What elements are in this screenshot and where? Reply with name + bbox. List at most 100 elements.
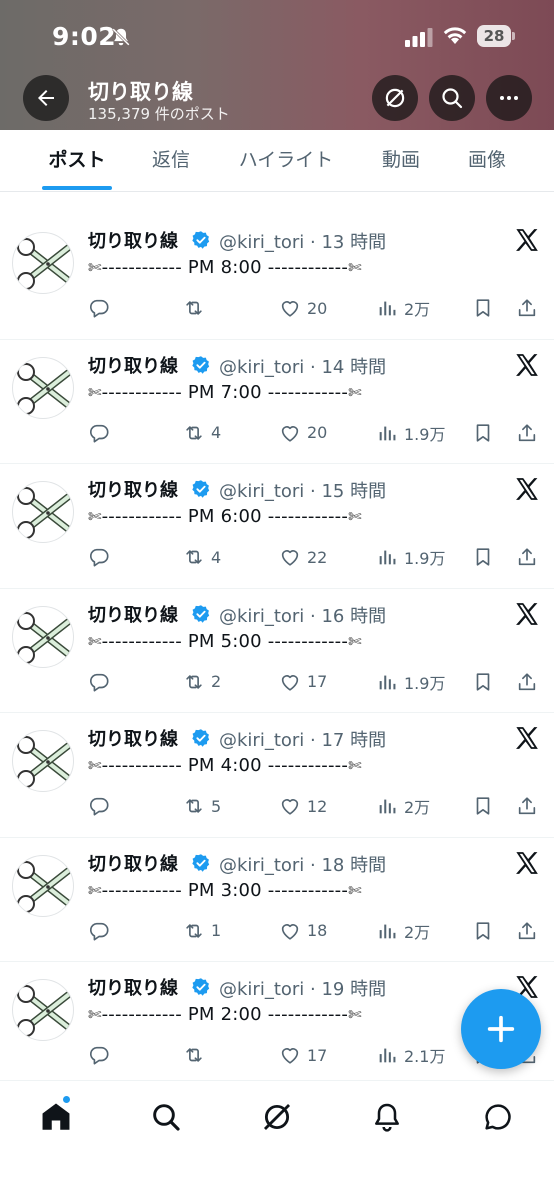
repost-button[interactable]: 4 — [183, 544, 221, 570]
nav-search[interactable] — [146, 1097, 186, 1137]
share-button[interactable] — [516, 669, 538, 695]
handle-and-time[interactable]: @kiri_tori · 14 時間 — [219, 353, 386, 379]
share-button[interactable] — [516, 544, 538, 570]
bookmark-icon — [476, 299, 490, 317]
views-button[interactable]: 1.9万 — [376, 420, 445, 446]
nav-home[interactable] — [36, 1097, 76, 1137]
share-icon — [518, 921, 536, 939]
handle-and-time[interactable]: @kiri_tori · 18 時間 — [219, 851, 386, 877]
avatar[interactable] — [12, 605, 74, 668]
bookmark-button[interactable] — [472, 918, 494, 944]
author-name[interactable]: 切り取り線 — [88, 601, 178, 627]
like-button[interactable]: 20 — [279, 420, 327, 446]
bookmark-button[interactable] — [472, 420, 494, 446]
avatar[interactable] — [12, 979, 74, 1041]
bottom-navigation — [0, 1080, 554, 1199]
nav-messages[interactable] — [478, 1097, 518, 1137]
views-button[interactable]: 2万 — [376, 793, 430, 819]
cellular-signal-icon — [405, 28, 433, 47]
like-button[interactable]: 20 — [279, 295, 327, 321]
share-button[interactable] — [516, 295, 538, 321]
avatar[interactable] — [12, 481, 74, 543]
bookmark-button[interactable] — [472, 793, 494, 819]
reply-button[interactable] — [88, 669, 110, 695]
repost-button[interactable]: 2 — [183, 669, 221, 695]
views-button[interactable]: 2.1万 — [376, 1042, 445, 1068]
share-button[interactable] — [516, 793, 538, 819]
author-name[interactable]: 切り取り線 — [88, 974, 178, 1000]
tweet-3[interactable]: 切り取り線 @kiri_tori · 15 時間 ✄------------ P… — [0, 464, 554, 589]
reply-button[interactable] — [88, 1042, 110, 1068]
share-button[interactable] — [516, 918, 538, 944]
reply-button[interactable] — [88, 793, 110, 819]
tab-images[interactable]: 画像 — [456, 130, 518, 192]
tweet-4[interactable]: 切り取り線 @kiri_tori · 16 時間 ✄------------ P… — [0, 589, 554, 713]
avatar[interactable] — [12, 730, 74, 792]
handle-and-time[interactable]: @kiri_tori · 17 時間 — [219, 726, 386, 752]
tab-posts[interactable]: ポスト — [28, 130, 126, 192]
tweet-text-line: ------------ PM 5:00 ------------ — [101, 630, 349, 652]
reply-button[interactable] — [88, 918, 110, 944]
scissors-icon: ✄ — [88, 1005, 102, 1024]
repost-button[interactable]: 5 — [183, 793, 221, 819]
handle-and-time[interactable]: @kiri_tori · 15 時間 — [219, 477, 386, 503]
views-button[interactable]: 2万 — [376, 918, 430, 944]
author-name[interactable]: 切り取り線 — [88, 352, 178, 378]
tab-videos[interactable]: 動画 — [370, 130, 432, 192]
tab-highlights[interactable]: ハイライト — [230, 130, 342, 192]
views-button[interactable]: 1.9万 — [376, 544, 445, 570]
tweet-2[interactable]: 切り取り線 @kiri_tori · 14 時間 ✄------------ P… — [0, 340, 554, 464]
grok-button[interactable] — [372, 75, 418, 121]
like-button[interactable]: 18 — [279, 918, 327, 944]
reply-icon — [90, 1046, 109, 1065]
repost-button[interactable]: 4 — [183, 420, 221, 446]
avatar[interactable] — [12, 356, 74, 419]
like-button[interactable]: 17 — [279, 1042, 327, 1068]
more-options-button[interactable] — [486, 75, 532, 121]
like-button[interactable]: 22 — [279, 544, 327, 570]
share-icon — [518, 423, 536, 441]
reply-button[interactable] — [88, 544, 110, 570]
nav-notifications[interactable] — [367, 1097, 407, 1137]
repost-icon — [186, 1048, 202, 1062]
reply-button[interactable] — [88, 295, 110, 321]
bookmark-icon — [476, 921, 490, 940]
tweet-6[interactable]: 切り取り線 @kiri_tori · 18 時間 ✄------------ P… — [0, 838, 554, 962]
handle-and-time[interactable]: @kiri_tori · 13 時間 — [219, 228, 386, 254]
handle-and-time[interactable]: @kiri_tori · 19 時間 — [219, 975, 386, 1001]
handle-and-time[interactable]: @kiri_tori · 16 時間 — [219, 602, 386, 628]
author-name[interactable]: 切り取り線 — [88, 850, 178, 876]
author-name[interactable]: 切り取り線 — [88, 476, 178, 502]
repost-button[interactable] — [183, 1042, 211, 1068]
tweet-text: ✄------------ PM 3:00 ------------✄ — [88, 880, 362, 901]
bookmark-button[interactable] — [472, 544, 494, 570]
tweet-5[interactable]: 切り取り線 @kiri_tori · 17 時間 ✄------------ P… — [0, 713, 554, 838]
like-button[interactable]: 17 — [279, 669, 327, 695]
scissors-avatar-icon — [17, 238, 72, 290]
author-name[interactable]: 切り取り線 — [88, 227, 178, 253]
bookmark-button[interactable] — [472, 295, 494, 321]
repost-button[interactable]: 1 — [183, 918, 221, 944]
like-count: 17 — [307, 1045, 328, 1065]
scissors-icon: ✄ — [88, 631, 102, 651]
nav-grok[interactable] — [257, 1097, 297, 1137]
tweet-1[interactable]: 切り取り線 @kiri_tori · 13 時間 ✄------------ P… — [0, 215, 554, 340]
like-button[interactable]: 12 — [279, 793, 327, 819]
tab-replies[interactable]: 返信 — [140, 130, 202, 192]
avatar[interactable] — [12, 232, 74, 294]
compose-post-button[interactable] — [461, 989, 541, 1069]
avatar[interactable] — [12, 854, 74, 917]
like-count: 20 — [307, 423, 328, 442]
repost-button[interactable] — [183, 295, 211, 321]
search-posts-button[interactable] — [429, 75, 475, 121]
author-name[interactable]: 切り取り線 — [88, 725, 178, 751]
bookmark-icon — [476, 423, 490, 442]
tweet-text: ✄------------ PM 4:00 ------------✄ — [88, 755, 362, 776]
share-button[interactable] — [516, 420, 538, 446]
bookmark-button[interactable] — [472, 669, 494, 695]
views-button[interactable]: 2万 — [376, 295, 430, 321]
reply-button[interactable] — [88, 420, 110, 446]
views-button[interactable]: 1.9万 — [376, 669, 445, 695]
scissors-icon: ✄ — [88, 880, 102, 900]
back-button[interactable] — [23, 75, 69, 121]
